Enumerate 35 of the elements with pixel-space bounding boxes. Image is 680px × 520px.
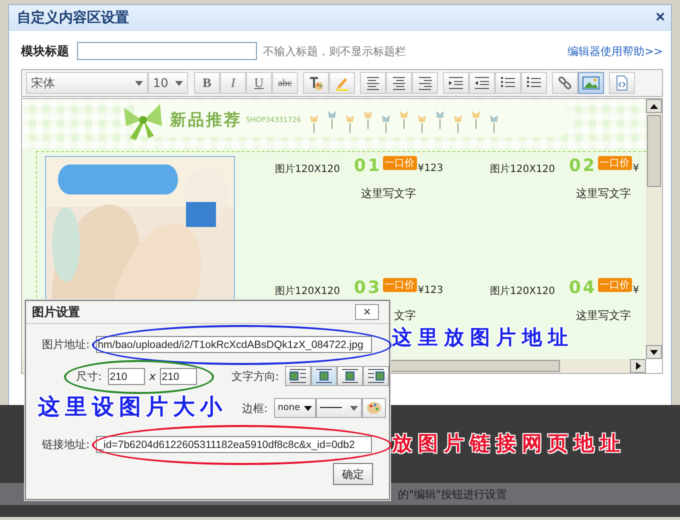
price: ¥ [632, 285, 640, 296]
window-title: 自定义内容区设置 [17, 9, 129, 27]
banner-title: 新品推荐 [170, 110, 242, 130]
field-label: 模块标题 [21, 42, 70, 60]
price: ¥ [632, 163, 640, 174]
background-text: 的"编辑"按钮进行设置 [398, 486, 508, 502]
dialog-title: 图片设置 [32, 304, 80, 320]
field-label: 链接地址: [42, 436, 90, 452]
price-badge: 一口价 [382, 278, 417, 292]
annotation-text: 放图片链接网页地址 [392, 430, 626, 457]
price-badge: 一口价 [382, 156, 417, 170]
price: ¥123 [418, 285, 444, 296]
annotation-text: 这里放图片地址 [392, 324, 574, 351]
field-label: 文字方向: [231, 368, 279, 384]
image-placeholder-text: 图片120X120 [275, 162, 340, 176]
caption-text: 这里写文字 [576, 186, 632, 201]
field-label: 边框: [242, 400, 268, 416]
image-placeholder-text: 图片120X120 [490, 162, 556, 176]
caption-text: 这里写文字 [576, 308, 632, 323]
item-number: 01 [354, 156, 382, 176]
price: ¥123 [418, 163, 444, 174]
item-number: 04 [569, 278, 597, 298]
times-sign: x [149, 370, 156, 382]
item-number: 02 [569, 156, 597, 176]
item-number: 03 [354, 278, 382, 298]
caption-text: 文字 [394, 308, 416, 323]
price-badge: 一口价 [598, 278, 632, 292]
field-label: 图片地址: [42, 336, 90, 352]
caption-text: 这里写文字 [361, 186, 416, 201]
image-placeholder-text: 图片120X120 [275, 284, 340, 298]
annotation-text: 这里设图片大小 [38, 394, 227, 422]
field-label: 尺寸: [76, 368, 102, 384]
image-placeholder-text: 图片120X120 [490, 284, 556, 298]
hint-text: 不输入标题，则不显示标题栏 [263, 44, 407, 58]
price-badge: 一口价 [598, 156, 632, 170]
